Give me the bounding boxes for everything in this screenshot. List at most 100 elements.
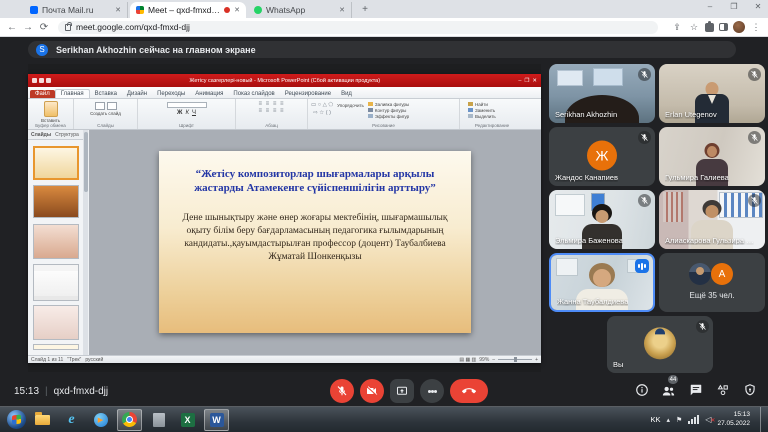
participant-tile[interactable]: Эльмира Баженова: [549, 190, 655, 249]
network-icon[interactable]: [688, 415, 699, 424]
show-desktop-button[interactable]: [760, 407, 764, 432]
pane-scrollbar[interactable]: [83, 130, 88, 355]
taskbar-word[interactable]: W: [204, 409, 229, 431]
mic-toggle-button[interactable]: [330, 379, 354, 403]
camera-toggle-button[interactable]: [360, 379, 384, 403]
window-close-button[interactable]: ✕: [748, 0, 768, 14]
ribbon-tab-view[interactable]: Вид: [336, 90, 357, 98]
bold-button[interactable]: Ж: [177, 110, 182, 116]
close-icon[interactable]: ✕: [339, 6, 345, 14]
slide-thumbnail-1[interactable]: [33, 146, 79, 180]
taskbar-computer[interactable]: [146, 409, 171, 431]
window-restore-button[interactable]: ❐: [724, 0, 744, 14]
pane-tab-outline[interactable]: Структура: [55, 132, 79, 138]
ribbon-tab-design[interactable]: Дизайн: [122, 90, 152, 98]
shape-outline-button[interactable]: Контур фигуры: [375, 108, 406, 113]
ribbon-tab-home[interactable]: Главная: [55, 89, 90, 98]
ribbon-tab-slideshow[interactable]: Показ слайдов: [228, 90, 279, 98]
list-buttons[interactable]: ≡ ≡ ≡ ≡: [236, 108, 307, 115]
pane-tab-slides[interactable]: Слайды: [31, 132, 51, 138]
ribbon-tab-insert[interactable]: Вставка: [90, 90, 122, 98]
zoom-slider[interactable]: [498, 359, 532, 360]
ppt-close-button[interactable]: ✕: [532, 78, 537, 84]
profile-avatar[interactable]: [733, 21, 745, 33]
new-slide-icon[interactable]: [95, 102, 105, 110]
close-icon[interactable]: ✕: [115, 6, 121, 14]
taskbar-clock[interactable]: 15:13 27.05.2022: [717, 411, 750, 428]
arrange-button[interactable]: Упорядочить: [337, 103, 364, 109]
shape-effects-button[interactable]: Эффекты фигур: [375, 114, 409, 119]
participant-tile-speaking[interactable]: Жанна Таубалдиева: [549, 253, 655, 312]
activities-button[interactable]: [714, 378, 731, 402]
language-indicator[interactable]: KK: [650, 415, 660, 424]
people-button[interactable]: 44: [660, 378, 677, 402]
zoom-in-button[interactable]: +: [535, 357, 538, 363]
share-icon[interactable]: ⇪: [671, 22, 683, 33]
slide-thumbnail-6[interactable]: [33, 344, 79, 350]
select-button[interactable]: Выделить: [475, 114, 496, 119]
quick-access-toolbar[interactable]: [32, 78, 51, 83]
find-button[interactable]: Найти: [475, 102, 488, 107]
taskbar-excel[interactable]: X: [175, 409, 200, 431]
tab-whatsapp[interactable]: WhatsApp ✕: [248, 2, 352, 18]
tab-meet[interactable]: Meet – qxd-fmxd-dj ✕: [130, 2, 246, 18]
shapes-gallery[interactable]: ▭ ○ △ ⬠: [311, 101, 333, 109]
slide-thumbnail-2[interactable]: [33, 185, 79, 218]
slide-thumbnail-4[interactable]: [33, 264, 79, 301]
window-minimize-button[interactable]: –: [700, 0, 720, 14]
self-tile[interactable]: Вы: [607, 316, 713, 373]
side-panel-icon[interactable]: [719, 23, 728, 31]
taskbar-explorer[interactable]: [30, 409, 55, 431]
address-bar[interactable]: meet.google.com/qxd-fmxd-djj: [58, 21, 658, 34]
shapes-gallery-row2[interactable]: ⇨ ☆ ( ): [311, 109, 333, 117]
slide-thumbnail-3[interactable]: [33, 224, 79, 259]
tab-mailru[interactable]: Почта Mail.ru ✕: [24, 2, 128, 18]
participant-tile[interactable]: Serikhan Akhozhin: [549, 64, 655, 123]
chat-button[interactable]: [687, 378, 704, 402]
tray-time: 15:13: [717, 411, 750, 419]
ribbon-tab-file[interactable]: Файл: [30, 90, 55, 98]
ribbon-tab-review[interactable]: Рецензирование: [280, 90, 336, 98]
font-name-box[interactable]: [167, 102, 207, 108]
close-icon[interactable]: ✕: [234, 6, 240, 14]
bookmark-star-icon[interactable]: ☆: [688, 22, 700, 33]
taskbar-media-player[interactable]: ▶: [88, 409, 113, 431]
underline-button[interactable]: Ч: [192, 110, 196, 116]
view-mode-buttons[interactable]: ▤ ▦ ▥: [459, 357, 476, 363]
participant-tile[interactable]: Ж Жандос Канапиев: [549, 127, 655, 186]
volume-muted-icon[interactable]: ◁✕: [705, 415, 711, 424]
new-tab-button[interactable]: +: [358, 3, 372, 17]
more-options-button[interactable]: [420, 379, 444, 403]
forward-icon[interactable]: →: [20, 22, 36, 33]
align-buttons[interactable]: ≡ ≡ ≡ ≡: [236, 101, 307, 108]
end-call-button[interactable]: [450, 379, 488, 403]
taskbar-ie[interactable]: e: [59, 409, 84, 431]
participant-tile[interactable]: Erlan Utegenov: [659, 64, 765, 123]
italic-button[interactable]: К: [185, 110, 189, 116]
ribbon-tab-transitions[interactable]: Переходы: [152, 90, 190, 98]
ribbon-tab-animation[interactable]: Анимация: [190, 90, 228, 98]
present-button[interactable]: [390, 379, 414, 403]
action-center-flag-icon[interactable]: ⚑: [676, 416, 682, 424]
host-controls-button[interactable]: [741, 378, 758, 402]
slide-thumbnail-5[interactable]: [33, 305, 79, 340]
overflow-tile[interactable]: A Ещё 35 чел.: [659, 253, 765, 312]
zoom-out-button[interactable]: –: [492, 357, 495, 363]
ppt-restore-button[interactable]: ❐: [524, 78, 529, 84]
ribbon-group-editing: Найти Заменить Выделить Редактирование: [460, 99, 524, 129]
start-button[interactable]: [7, 410, 26, 429]
participant-tile[interactable]: Гульмира Галиева: [659, 127, 765, 186]
replace-button[interactable]: Заменить: [475, 108, 495, 113]
reload-icon[interactable]: ⟳: [36, 22, 52, 33]
participant-tile[interactable]: Алиаскарова Гульзира …: [659, 190, 765, 249]
taskbar-chrome[interactable]: [117, 409, 142, 431]
shape-fill-button[interactable]: Заливка фигуры: [375, 102, 409, 107]
browser-menu-icon[interactable]: ⋮: [750, 22, 762, 33]
layout-icon[interactable]: [107, 102, 117, 110]
ppt-minimize-button[interactable]: –: [518, 78, 521, 84]
meeting-details-button[interactable]: [633, 378, 650, 402]
tray-hidden-icons-arrow[interactable]: ▴: [667, 416, 671, 424]
paste-button[interactable]: [44, 101, 58, 117]
extensions-icon[interactable]: [705, 23, 714, 32]
back-icon[interactable]: ←: [4, 22, 20, 33]
